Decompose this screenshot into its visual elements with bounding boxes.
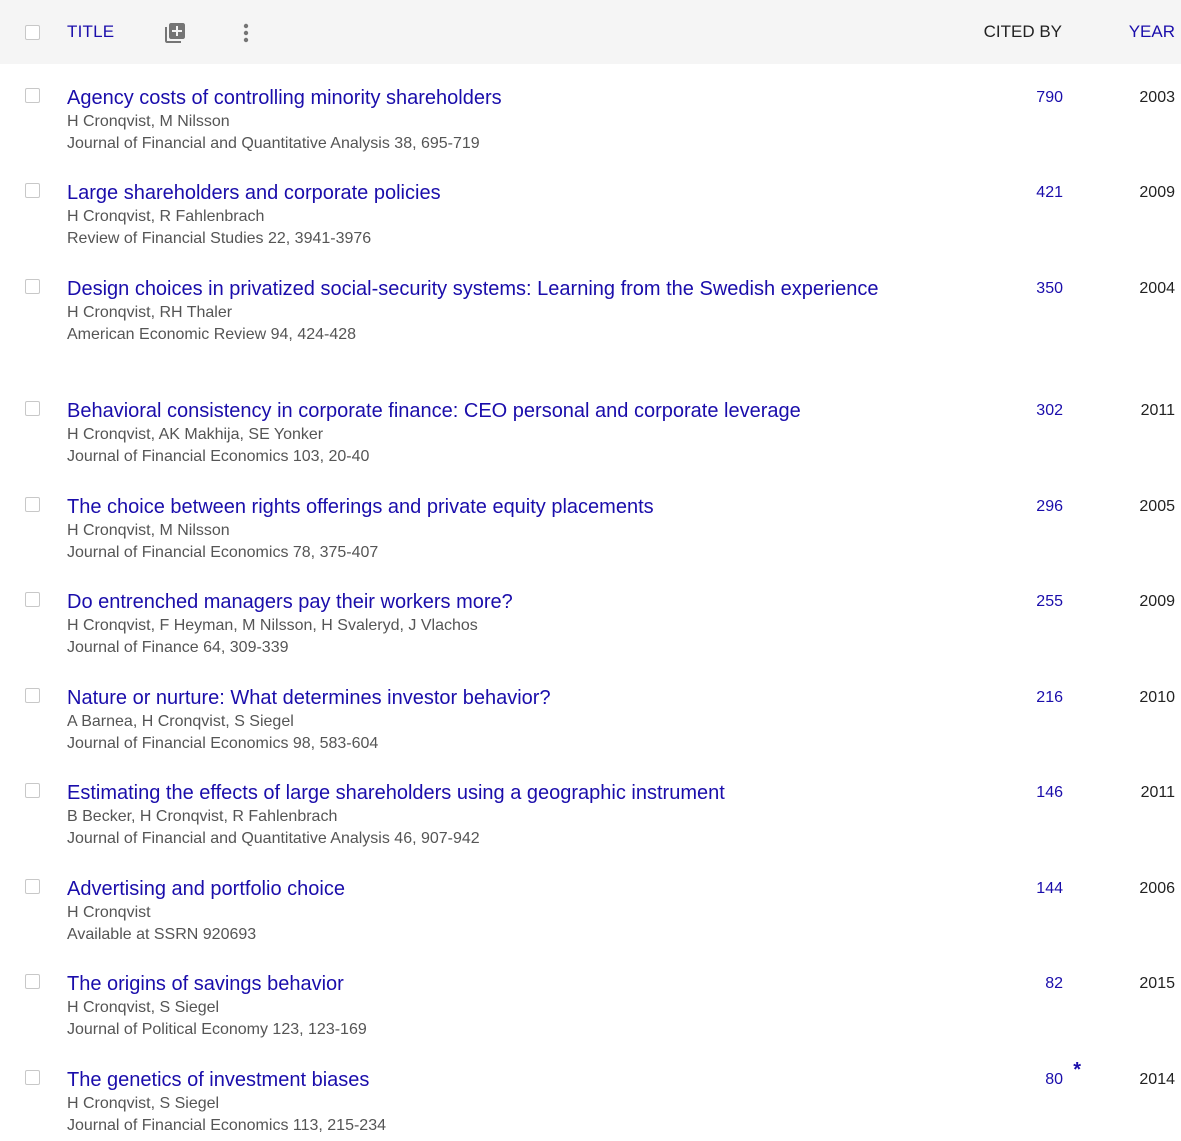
select-all-checkbox[interactable] bbox=[25, 25, 40, 40]
article-year: 2014 bbox=[1139, 1071, 1175, 1088]
article-row: Behavioral consistency in corporate fina… bbox=[0, 377, 1181, 473]
article-title-link[interactable]: Estimating the effects of large sharehol… bbox=[67, 780, 907, 806]
article-venue: Journal of Financial Economics 103, 20-4… bbox=[67, 448, 370, 465]
article-row: Advertising and portfolio choice H Cronq… bbox=[0, 855, 1181, 950]
article-year: 2010 bbox=[1139, 689, 1175, 706]
article-checkbox[interactable] bbox=[25, 879, 40, 894]
cited-by-count-link[interactable]: 790 bbox=[1036, 89, 1063, 107]
article-row: Nature or nurture: What determines inves… bbox=[0, 664, 1181, 759]
article-info: Large shareholders and corporate policie… bbox=[67, 180, 907, 250]
article-row: Design choices in privatized social-secu… bbox=[0, 255, 1181, 377]
article-authors: H Cronqvist, R Fahlenbrach bbox=[67, 208, 265, 225]
cited-by-count-link[interactable]: 82 bbox=[1045, 975, 1063, 993]
article-venue: Journal of Financial Economics 113, 215-… bbox=[67, 1117, 386, 1134]
article-authors: H Cronqvist, M Nilsson bbox=[67, 113, 230, 130]
cited-by-count-link[interactable]: 255 bbox=[1036, 593, 1063, 611]
sort-by-year-link[interactable]: YEAR bbox=[1129, 22, 1175, 42]
article-venue: Journal of Financial Economics 78, 375-4… bbox=[67, 544, 379, 561]
article-year: 2003 bbox=[1139, 89, 1175, 106]
cited-by-column-header: CITED BY bbox=[983, 22, 1062, 41]
cited-by-count-link[interactable]: 421 bbox=[1036, 184, 1063, 202]
cited-by-count-link[interactable]: 302 bbox=[1036, 402, 1063, 420]
article-authors: H Cronqvist, AK Makhija, SE Yonker bbox=[67, 426, 324, 443]
article-checkbox[interactable] bbox=[25, 497, 40, 512]
article-info: The genetics of investment biases H Cron… bbox=[67, 1067, 907, 1137]
article-info: Advertising and portfolio choice H Cronq… bbox=[67, 876, 907, 946]
article-info: Agency costs of controlling minority sha… bbox=[67, 85, 907, 155]
cited-by-count-link[interactable]: 296 bbox=[1036, 498, 1063, 516]
article-venue: Journal of Political Economy 123, 123-16… bbox=[67, 1021, 367, 1038]
cited-by-count-link[interactable]: 216 bbox=[1036, 689, 1063, 707]
article-row: Do entrenched managers pay their workers… bbox=[0, 568, 1181, 664]
article-authors: H Cronqvist bbox=[67, 904, 151, 921]
article-list: Agency costs of controlling minority sha… bbox=[0, 64, 1181, 1141]
article-authors: A Barnea, H Cronqvist, S Siegel bbox=[67, 713, 294, 730]
article-venue: Review of Financial Studies 22, 3941-397… bbox=[67, 230, 372, 247]
article-venue: Journal of Financial and Quantitative An… bbox=[67, 830, 480, 847]
article-venue: Journal of Financial and Quantitative An… bbox=[67, 135, 480, 152]
article-info: The choice between rights offerings and … bbox=[67, 494, 907, 564]
article-checkbox[interactable] bbox=[25, 401, 40, 416]
article-title-link[interactable]: Nature or nurture: What determines inves… bbox=[67, 685, 907, 711]
article-row: Large shareholders and corporate policie… bbox=[0, 159, 1181, 255]
cited-by-count-link[interactable]: 146 bbox=[1036, 784, 1063, 802]
cited-by-count-link[interactable]: 350 bbox=[1036, 280, 1063, 298]
article-row: The origins of savings behavior H Cronqv… bbox=[0, 950, 1181, 1046]
article-venue: Journal of Financial Economics 98, 583-6… bbox=[67, 735, 379, 752]
article-title-link[interactable]: The genetics of investment biases bbox=[67, 1067, 907, 1093]
article-row: Agency costs of controlling minority sha… bbox=[0, 64, 1181, 159]
article-year: 2011 bbox=[1140, 784, 1175, 801]
sort-by-title-link[interactable]: TITLE bbox=[67, 22, 114, 42]
article-authors: H Cronqvist, S Siegel bbox=[67, 999, 220, 1016]
add-to-library-icon[interactable] bbox=[163, 21, 187, 45]
article-authors: H Cronqvist, M Nilsson bbox=[67, 522, 230, 539]
article-year: 2015 bbox=[1139, 975, 1175, 992]
article-checkbox[interactable] bbox=[25, 783, 40, 798]
article-venue: Available at SSRN 920693 bbox=[67, 926, 257, 943]
article-title-link[interactable]: Agency costs of controlling minority sha… bbox=[67, 85, 907, 111]
article-authors: B Becker, H Cronqvist, R Fahlenbrach bbox=[67, 808, 338, 825]
article-checkbox[interactable] bbox=[25, 688, 40, 703]
article-checkbox[interactable] bbox=[25, 974, 40, 989]
article-info: Design choices in privatized social-secu… bbox=[67, 276, 907, 346]
article-year: 2005 bbox=[1139, 498, 1175, 515]
article-venue: American Economic Review 94, 424-428 bbox=[67, 326, 357, 343]
cited-by-count-link[interactable]: 80 bbox=[1045, 1071, 1063, 1089]
article-year: 2011 bbox=[1140, 402, 1175, 419]
article-authors: H Cronqvist, RH Thaler bbox=[67, 304, 233, 321]
article-title-link[interactable]: Behavioral consistency in corporate fina… bbox=[67, 398, 907, 424]
article-info: Nature or nurture: What determines inves… bbox=[67, 685, 907, 755]
article-title-link[interactable]: Large shareholders and corporate policie… bbox=[67, 180, 907, 206]
article-year: 2006 bbox=[1139, 880, 1175, 897]
article-row: The choice between rights offerings and … bbox=[0, 473, 1181, 568]
more-vert-icon[interactable] bbox=[240, 21, 252, 45]
article-title-link[interactable]: The choice between rights offerings and … bbox=[67, 494, 907, 520]
article-year: 2009 bbox=[1139, 593, 1175, 610]
article-info: The origins of savings behavior H Cronqv… bbox=[67, 971, 907, 1041]
article-year: 2004 bbox=[1139, 280, 1175, 297]
article-row: The genetics of investment biases H Cron… bbox=[0, 1046, 1181, 1141]
merged-citations-star-icon[interactable]: * bbox=[1073, 1059, 1081, 1082]
cited-by-count-link[interactable]: 144 bbox=[1036, 880, 1063, 898]
article-title-link[interactable]: Design choices in privatized social-secu… bbox=[67, 276, 907, 302]
article-title-link[interactable]: Do entrenched managers pay their workers… bbox=[67, 589, 907, 615]
article-checkbox[interactable] bbox=[25, 1070, 40, 1085]
article-checkbox[interactable] bbox=[25, 279, 40, 294]
article-year: 2009 bbox=[1139, 184, 1175, 201]
article-checkbox[interactable] bbox=[25, 592, 40, 607]
article-authors: H Cronqvist, S Siegel bbox=[67, 1095, 220, 1112]
article-venue: Journal of Finance 64, 309-339 bbox=[67, 639, 289, 656]
article-title-link[interactable]: The origins of savings behavior bbox=[67, 971, 907, 997]
article-row: Estimating the effects of large sharehol… bbox=[0, 759, 1181, 855]
article-title-link[interactable]: Advertising and portfolio choice bbox=[67, 876, 907, 902]
article-info: Do entrenched managers pay their workers… bbox=[67, 589, 907, 659]
article-authors: H Cronqvist, F Heyman, M Nilsson, H Sval… bbox=[67, 617, 478, 634]
article-checkbox[interactable] bbox=[25, 88, 40, 103]
table-header: TITLE CITED BY YEAR bbox=[0, 0, 1181, 64]
article-info: Estimating the effects of large sharehol… bbox=[67, 780, 907, 850]
article-checkbox[interactable] bbox=[25, 183, 40, 198]
article-info: Behavioral consistency in corporate fina… bbox=[67, 398, 907, 468]
